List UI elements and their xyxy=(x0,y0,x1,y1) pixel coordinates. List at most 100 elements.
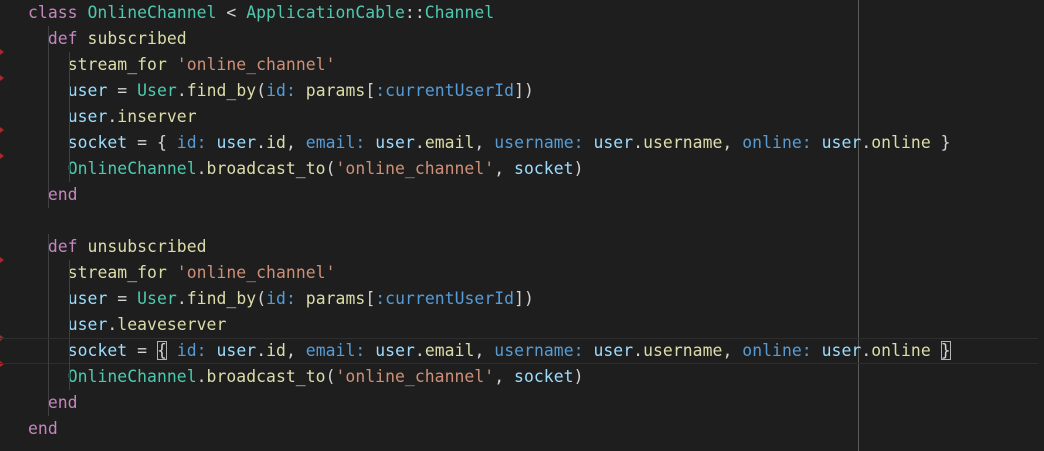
code-line[interactable]: user = User.find_by(id: params[:currentU… xyxy=(28,78,1038,104)
code-token: user xyxy=(67,81,108,100)
code-token: , xyxy=(474,341,495,360)
code-area[interactable]: class OnlineChannel < ApplicationCable::… xyxy=(0,0,1038,442)
code-token: . xyxy=(196,159,207,178)
code-token: email: xyxy=(305,133,366,152)
indent-guide xyxy=(68,364,70,390)
indent-guide xyxy=(47,78,49,104)
code-line[interactable]: stream_for 'online_channel' xyxy=(28,260,1038,286)
git-change-marker[interactable] xyxy=(0,49,4,55)
indentation xyxy=(28,237,48,256)
code-token: socket xyxy=(514,159,574,178)
code-token: < xyxy=(216,3,247,22)
code-token: subscribed xyxy=(87,29,187,48)
code-line[interactable]: OnlineChannel.broadcast_to('online_chann… xyxy=(28,156,1038,182)
code-token: id: xyxy=(176,133,207,152)
code-token: . xyxy=(176,289,187,308)
code-token: leaveserver xyxy=(117,315,227,334)
code-token: . xyxy=(633,133,644,152)
code-line[interactable]: OnlineChannel.broadcast_to('online_chann… xyxy=(28,364,1038,390)
code-token: username xyxy=(643,341,723,360)
code-token: def xyxy=(47,29,78,48)
code-token: id: xyxy=(176,341,207,360)
code-token: end xyxy=(47,185,78,204)
indent-guide xyxy=(68,78,70,104)
indent-guide xyxy=(47,234,49,260)
code-token: socket xyxy=(514,367,574,386)
code-line[interactable]: stream_for 'online_channel' xyxy=(28,52,1038,78)
code-token: , xyxy=(474,133,495,152)
code-token: OnlineChannel xyxy=(67,367,197,386)
code-token: user xyxy=(821,341,862,360)
code-token: online: xyxy=(742,341,812,360)
code-token: username: xyxy=(494,133,584,152)
code-token: id: xyxy=(266,289,296,308)
code-line[interactable]: def subscribed xyxy=(28,26,1038,52)
git-change-marker[interactable] xyxy=(0,127,4,133)
code-token: user xyxy=(375,133,415,152)
indent-guide xyxy=(47,104,49,130)
code-token: :currentUserId xyxy=(375,289,515,308)
code-token: socket xyxy=(67,341,128,360)
code-token: inserver xyxy=(117,107,197,126)
code-token: id: xyxy=(266,81,296,100)
code-token: broadcast_to xyxy=(206,159,326,178)
code-line[interactable] xyxy=(28,208,1038,234)
indent-guide xyxy=(68,312,70,338)
code-line[interactable]: end xyxy=(28,182,1038,208)
code-editor[interactable]: class OnlineChannel < ApplicationCable::… xyxy=(0,0,1044,451)
code-token: end xyxy=(28,419,58,438)
code-token: } xyxy=(930,133,951,152)
indent-guide xyxy=(68,286,70,312)
indent-guide xyxy=(68,130,70,156)
code-token: ( xyxy=(325,159,336,178)
code-line[interactable]: socket = { id: user.id, email: user.emai… xyxy=(0,338,1038,365)
code-token: ]) xyxy=(514,81,534,100)
code-token: . xyxy=(414,133,425,152)
code-token: params xyxy=(305,289,366,308)
indent-guide xyxy=(47,312,49,338)
code-token: email xyxy=(424,133,475,152)
indent-guide xyxy=(47,390,49,416)
indent-guide xyxy=(68,260,70,286)
code-token: user xyxy=(216,341,257,360)
code-token: online xyxy=(871,133,931,152)
code-token: ( xyxy=(256,289,267,308)
indent-guide xyxy=(47,52,49,78)
code-token: user xyxy=(375,341,415,360)
code-token: = xyxy=(107,81,138,100)
code-token: 'online_channel' xyxy=(176,263,336,282)
code-line[interactable]: user = User.find_by(id: params[:currentU… xyxy=(28,286,1038,312)
indent-guide xyxy=(47,339,49,365)
code-line[interactable]: user.inserver xyxy=(28,104,1038,130)
code-token: :: xyxy=(404,3,425,22)
code-token: OnlineChannel xyxy=(67,159,197,178)
code-line[interactable]: def unsubscribed xyxy=(28,234,1038,260)
code-token: . xyxy=(256,133,267,152)
code-line[interactable]: class OnlineChannel < ApplicationCable::… xyxy=(28,0,1038,26)
code-token: online: xyxy=(742,133,812,152)
code-token: ( xyxy=(256,81,267,100)
code-line[interactable]: end xyxy=(28,416,1038,442)
code-token: . xyxy=(633,341,644,360)
git-change-marker[interactable] xyxy=(0,153,4,159)
indent-guide xyxy=(68,339,70,365)
code-line[interactable]: end xyxy=(28,390,1038,416)
git-change-marker[interactable] xyxy=(0,257,4,263)
code-token: , xyxy=(722,341,743,360)
code-token: ( xyxy=(325,367,336,386)
git-change-marker[interactable] xyxy=(0,75,4,81)
indent-guide xyxy=(47,26,49,52)
code-line[interactable]: user.leaveserver xyxy=(28,312,1038,338)
code-token: . xyxy=(861,341,872,360)
code-token: ) xyxy=(573,367,584,386)
code-token: id xyxy=(266,341,286,360)
code-line[interactable]: socket = { id: user.id, email: user.emai… xyxy=(28,130,1038,156)
indent-guide xyxy=(68,52,70,78)
code-token: socket xyxy=(67,133,128,152)
